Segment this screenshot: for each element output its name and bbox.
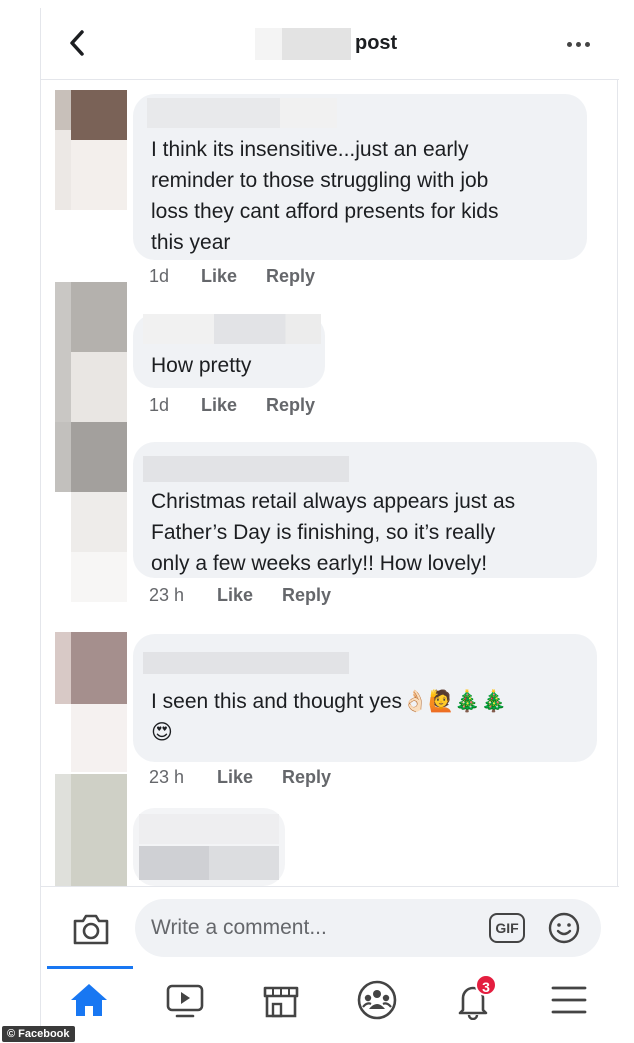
post-header: post (41, 8, 619, 80)
bottom-tab-bar: 3 (41, 966, 619, 1038)
groups-icon (357, 980, 397, 1020)
image-credit: © Facebook (2, 1026, 75, 1042)
comment-bubble[interactable]: I think its insensitive...just an early … (133, 94, 587, 260)
reply-button[interactable]: Reply (282, 585, 331, 606)
comment-bubble[interactable]: I seen this and thought yes👌🏻🙋🎄🎄 😍 (133, 634, 597, 762)
emoji-icon (548, 912, 580, 944)
like-button[interactable]: Like (217, 767, 253, 788)
comment-input[interactable] (151, 899, 471, 957)
marketplace-icon (263, 986, 299, 1018)
comment-composer: GIF (41, 886, 619, 966)
comment-time: 1d (149, 266, 170, 286)
page-title: post (355, 32, 398, 54)
avatar[interactable] (55, 90, 127, 210)
redacted-commenter-name (143, 314, 321, 344)
redacted-commenter-name (143, 652, 349, 674)
more-dot (585, 42, 590, 47)
avatar[interactable] (55, 422, 127, 602)
reply-button[interactable]: Reply (266, 266, 315, 287)
like-button[interactable]: Like (201, 395, 237, 416)
comment-time: 23 h (149, 767, 185, 787)
tab-video[interactable] (163, 980, 211, 1024)
comment-time: 23 h (149, 585, 185, 605)
back-chevron-icon (70, 30, 84, 56)
tab-marketplace[interactable] (259, 980, 307, 1024)
comment-text: I think its insensitive...just an early … (151, 138, 499, 254)
more-dot (576, 42, 581, 47)
like-button[interactable]: Like (217, 585, 253, 606)
like-button[interactable]: Like (201, 266, 237, 287)
comment-text: I seen this and thought yes👌🏻🙋🎄🎄 😍 (151, 690, 507, 744)
tab-notifications[interactable]: 3 (451, 974, 499, 1024)
tab-groups[interactable] (355, 980, 403, 1024)
more-dots-icon (567, 42, 572, 47)
comment-bubble[interactable]: How pretty (133, 314, 325, 388)
gif-button[interactable]: GIF (489, 913, 525, 943)
comment-time: 1d (149, 395, 170, 415)
redacted-commenter-name (139, 814, 279, 844)
video-icon (166, 984, 204, 1018)
comment-text: How pretty (151, 354, 252, 377)
comment-bubble[interactable] (133, 808, 285, 886)
menu-icon (551, 986, 587, 1014)
redacted-commenter-name (147, 98, 337, 128)
more-options-button[interactable] (565, 34, 595, 54)
notification-badge: 3 (475, 974, 497, 996)
reply-button[interactable]: Reply (282, 767, 331, 788)
back-button[interactable] (63, 28, 93, 58)
avatar[interactable] (55, 282, 127, 422)
avatar[interactable] (55, 632, 127, 772)
comment-text: Christmas retail always appears just as … (151, 490, 516, 575)
emoji-button[interactable] (547, 911, 581, 945)
tab-home[interactable] (67, 980, 115, 1024)
camera-icon (73, 914, 109, 945)
phone-screen: post I think its insensitive...just an e… (40, 8, 619, 1038)
home-icon (71, 984, 107, 1016)
redacted-page-name (255, 28, 351, 60)
tab-menu[interactable] (547, 980, 595, 1024)
avatar[interactable] (55, 774, 127, 886)
camera-button[interactable] (71, 911, 111, 947)
reply-button[interactable]: Reply (266, 395, 315, 416)
comment-bubble[interactable]: Christmas retail always appears just as … (133, 442, 597, 578)
redacted-commenter-name (143, 456, 349, 482)
comment-input-wrapper: GIF (135, 899, 601, 957)
active-tab-indicator (47, 966, 133, 969)
redacted-comment-text (139, 846, 279, 880)
